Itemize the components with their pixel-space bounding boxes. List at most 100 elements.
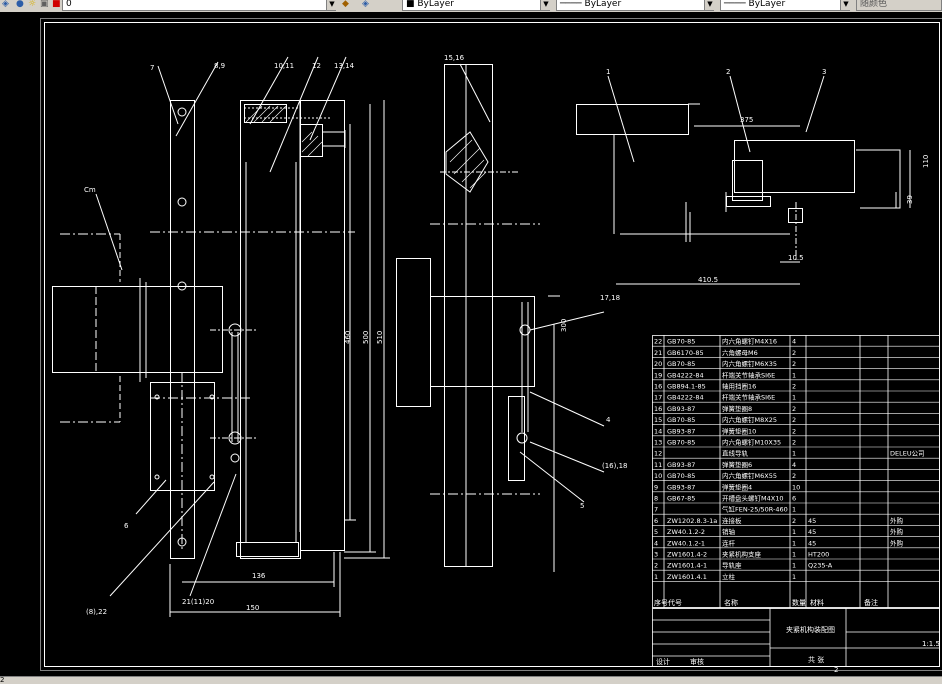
bom-cell-qty: 2 (792, 349, 796, 357)
layer-manager-icon[interactable]: ◈ (2, 0, 9, 9)
bom-cell-code: GB93-87 (667, 427, 695, 435)
bom-cell-code: GB70-85 (667, 416, 695, 424)
front-view (53, 57, 391, 617)
bom-cell-no: 3 (654, 551, 658, 559)
callout-3: 3 (822, 68, 826, 76)
drawing-canvas[interactable]: 22GB70-85内六角螺钉M4X16421GB6170-85六角螺母M6220… (0, 12, 942, 676)
lock-icon[interactable]: ▣ (40, 0, 49, 9)
plotstyle-dropdown[interactable]: 随颜色 (856, 0, 942, 11)
bom-header-code: 代号 (668, 598, 682, 607)
bom-cell-name: 立柱 (722, 572, 736, 581)
callout-10-11: 10,11 (274, 62, 294, 70)
bom-cell-code: GB6170-85 (667, 349, 704, 357)
color-dropdown[interactable]: ■ ByLayer (402, 0, 550, 11)
lineweight-dropdown[interactable]: ──── ByLayer (720, 0, 850, 11)
chevron-down-icon[interactable]: ▼ (540, 0, 551, 10)
sun-icon[interactable]: ☼ (28, 0, 36, 9)
bom-cell-code: GB894.1-85 (667, 383, 706, 391)
bom-cell-name: 连杆 (722, 538, 736, 547)
callout-21-11-20: 21(11)20 (182, 598, 214, 606)
bom-header-qty: 数量 (792, 598, 806, 607)
layer-previous-icon[interactable]: ◈ (362, 0, 369, 9)
lightbulb-icon[interactable]: ● (16, 0, 24, 9)
bom-cell-no: 21 (654, 349, 662, 357)
side-view (397, 64, 605, 572)
bom-cell-name: 气缸FEN-25/50R-460 (722, 505, 788, 514)
dim-10-5: 10.5 (788, 254, 804, 262)
bom-cell-name: 连接板 (722, 516, 742, 525)
bom-cell-qty: 4 (792, 461, 796, 469)
callout-7: 7 (150, 64, 154, 72)
bom-cell-name: 弹簧垫圈10 (722, 426, 756, 435)
title-block: 序号 代号 名称 数量 材料 备注 夹紧机构装配图 1:1.5 2 共 张 设计… (654, 598, 940, 674)
bom-cell-no: 15 (654, 416, 662, 424)
bom-cell-code: ZW40.1.2-1 (667, 539, 705, 547)
bom-cell-name: 内六角螺钉M10X35 (722, 438, 781, 447)
callout-1: 1 (606, 68, 610, 76)
bom-cell-qty: 2 (792, 472, 796, 480)
bom-cell-code: GB93-87 (667, 461, 695, 469)
plotstyle-value: 随颜色 (860, 0, 887, 9)
bom-cell-code: ZW1601.4-2 (667, 551, 707, 559)
callout-5: 5 (580, 502, 584, 510)
chevron-down-icon[interactable]: ▼ (326, 0, 337, 10)
bom-header-no: 序号 (654, 598, 668, 607)
dim-39: 39 (906, 195, 914, 204)
bom-cell-qty: 2 (792, 360, 796, 368)
bom-cell-mat: 45 (808, 517, 816, 525)
bom-cell-mat: 45 (808, 528, 816, 536)
make-current-icon[interactable]: ◆ (342, 0, 349, 9)
bom-cell-name: 内六角螺钉M6X55 (722, 471, 777, 480)
bom-cell-qty: 1 (792, 551, 796, 559)
bom-cell-qty: 1 (792, 450, 796, 458)
bom-cell-name: 弹簧垫圈6 (722, 460, 752, 469)
dim-110: 110 (922, 155, 930, 168)
bom-cell-code: GB93-87 (667, 405, 695, 413)
dim-500: 500 (362, 331, 370, 344)
bom-cell-qty: 10 (792, 483, 800, 491)
bom-cell-code: GB4222-84 (667, 394, 704, 402)
bom-cell-qty: 2 (792, 427, 796, 435)
bom-cell-name: 弹簧垫圈8 (722, 404, 752, 413)
bom-cell-no: 12 (654, 450, 662, 458)
bom-cell-no: 9 (654, 483, 658, 491)
chevron-down-icon[interactable]: ▼ (840, 0, 851, 10)
bom-cell-code: GB70-85 (667, 472, 695, 480)
bom-cell-no: 1 (654, 573, 658, 581)
dim-510: 510 (376, 331, 384, 344)
bom-cell-name: 弹簧垫圈4 (722, 482, 752, 491)
bom-cell-code: GB70-85 (667, 338, 695, 346)
bom-cell-qty: 1 (792, 528, 796, 536)
bom-rows: 22GB70-85内六角螺钉M4X16421GB6170-85六角螺母M6220… (652, 337, 940, 582)
layer-color-icon[interactable]: ■ (52, 0, 61, 9)
bom-cell-no: 14 (654, 427, 662, 435)
bom-cell-code: ZW1601.4.1 (667, 573, 707, 581)
callout-17-18: 17,18 (600, 294, 620, 302)
bom-cell-note: 外购 (890, 516, 904, 525)
top-view (577, 76, 911, 284)
linetype-value: ByLayer (585, 0, 622, 9)
bom-cell-qty: 2 (792, 416, 796, 424)
bom-cell-qty: 1 (792, 539, 796, 547)
bom-cell-name: 销轴 (722, 527, 736, 536)
bom-cell-no: 6 (654, 517, 658, 525)
callout-6: 6 (124, 522, 129, 530)
bom-cell-no: 19 (654, 371, 662, 379)
bom-cell-name: 夹紧机构支座 (722, 550, 762, 559)
bom-cell-code: GB4222-84 (667, 371, 704, 379)
chevron-down-icon[interactable]: ▼ (704, 0, 715, 10)
linetype-dropdown[interactable]: ──── ByLayer (556, 0, 714, 11)
bom-cell-name: 开槽盘头螺钉M4X10 (722, 494, 783, 503)
bom-cell-qty: 2 (792, 517, 796, 525)
callout-12: 12 (312, 62, 321, 70)
bom-cell-name: 杆端关节轴承SI6E (722, 370, 775, 379)
bom-cell-no: 13 (654, 439, 662, 447)
bom-cell-name: 导轨座 (722, 561, 742, 570)
lineweight-value: ByLayer (749, 0, 786, 9)
dim-410-5: 410.5 (698, 276, 718, 284)
layer-dropdown[interactable]: 0 (62, 0, 336, 11)
bom-cell-code: ZW40.1.2-2 (667, 528, 705, 536)
bom-cell-mat: Q235-A (808, 562, 833, 570)
bom-cell-no: 7 (654, 506, 658, 514)
bom-cell-code: GB67-85 (667, 495, 695, 503)
